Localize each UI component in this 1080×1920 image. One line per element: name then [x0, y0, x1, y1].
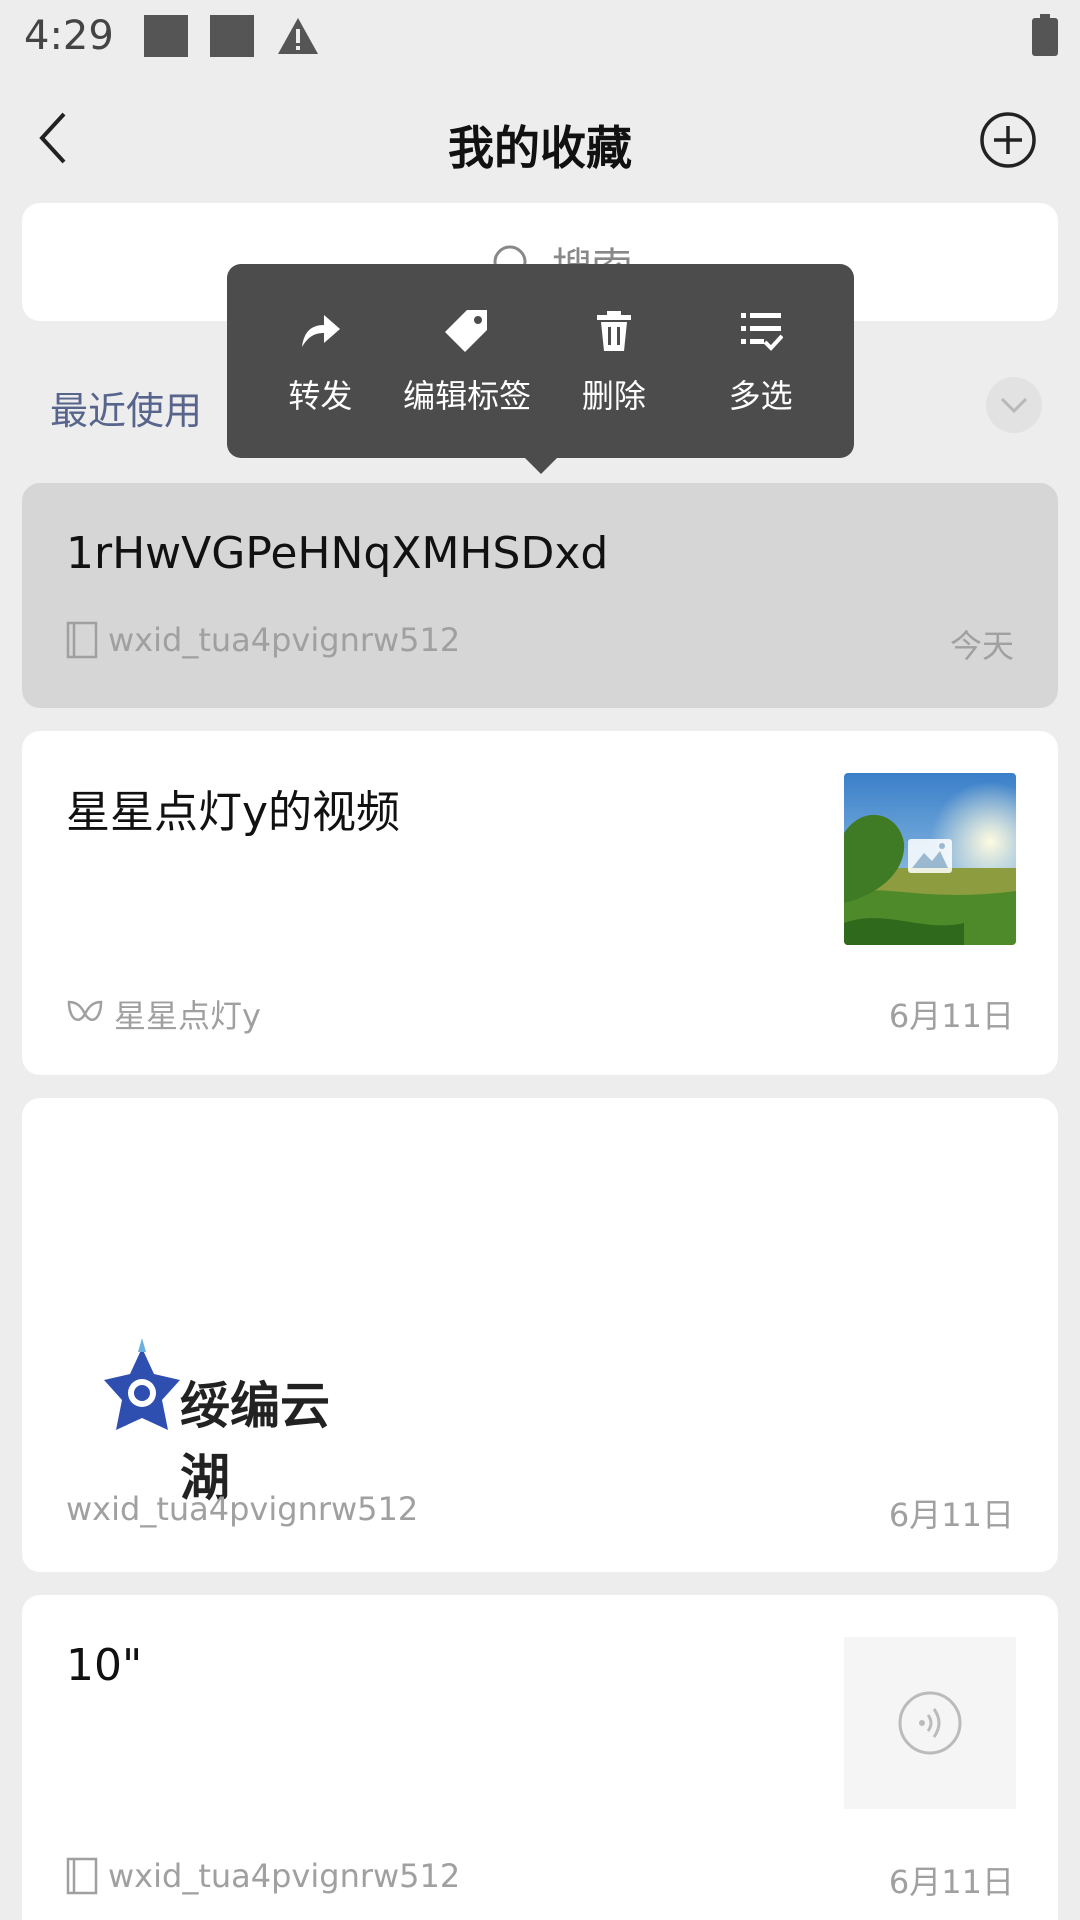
item-date: 今天 — [949, 627, 1014, 665]
source-name: wxid_tua4pvignrw512 — [66, 1490, 419, 1528]
menu-item-forward[interactable]: 转发 — [247, 264, 394, 458]
item-title: 10" — [66, 1640, 143, 1691]
menu-label: 转发 — [288, 377, 353, 415]
tag-icon — [445, 310, 488, 352]
menu-label: 编辑标签 — [403, 377, 532, 415]
item-source: 星星点灯y — [66, 991, 261, 1037]
favorite-item[interactable]: 绥编云湖 wxid_tua4pvignrw512 6月11日 — [22, 1098, 1058, 1572]
page-title: 我的收藏 — [448, 121, 632, 175]
popup-arrow — [525, 458, 557, 474]
app-bar: 我的收藏 — [0, 72, 1080, 204]
menu-item-multi-select[interactable]: 多选 — [687, 264, 834, 458]
voice-icon — [898, 1691, 962, 1755]
item-date: 6月11日 — [888, 1863, 1014, 1901]
item-date: 6月11日 — [888, 997, 1014, 1035]
notification-icon — [143, 15, 188, 57]
warning-icon — [277, 18, 318, 54]
video-thumbnail — [844, 773, 1016, 945]
item-source: wxid_tua4pvignrw512 — [66, 1857, 460, 1895]
notification-icon — [209, 15, 254, 57]
battery-icon — [1032, 14, 1058, 56]
favorite-item[interactable]: 星星点灯y的视频 星星点灯y 6月11日 — [22, 731, 1058, 1075]
menu-label: 多选 — [728, 377, 793, 415]
note-icon — [66, 621, 98, 659]
favorite-item[interactable]: 1rHwVGPeHNqXMHSDxd wxid_tua4pvignrw512 今… — [22, 483, 1058, 708]
landscape-image — [844, 773, 1016, 945]
logo-text: 绥编云湖 — [180, 1377, 330, 1507]
item-date: 6月11日 — [888, 1496, 1014, 1534]
trash-icon — [596, 311, 631, 351]
item-title: 星星点灯y的视频 — [66, 787, 401, 838]
add-icon[interactable] — [978, 110, 1038, 170]
source-name: wxid_tua4pvignrw512 — [108, 621, 461, 659]
status-bar: 4:29 — [0, 0, 1080, 72]
source-name: 星星点灯y — [114, 997, 261, 1035]
channels-icon — [67, 1000, 103, 1021]
menu-label: 删除 — [581, 377, 646, 415]
item-source: wxid_tua4pvignrw512 — [66, 1490, 418, 1528]
favorite-item[interactable]: 10" wxid_tua4pvignrw512 6月11日 — [22, 1595, 1058, 1920]
item-title: 1rHwVGPeHNqXMHSDxd — [66, 528, 609, 579]
context-menu: 转发 编辑标签 删除 多选 — [227, 264, 854, 458]
menu-item-edit-tag[interactable]: 编辑标签 — [394, 264, 541, 458]
note-icon — [66, 1857, 98, 1895]
recent-filter-label[interactable]: 最近使用 — [50, 380, 202, 435]
voice-thumbnail — [844, 1637, 1016, 1809]
status-time: 4:29 — [24, 13, 114, 59]
image-content: 绥编云湖 — [92, 1338, 372, 1507]
multi-select-icon — [740, 313, 783, 351]
chevron-down-icon — [1000, 397, 1028, 414]
source-name: wxid_tua4pvignrw512 — [108, 1857, 461, 1895]
menu-item-delete[interactable]: 删除 — [541, 264, 688, 458]
item-source: wxid_tua4pvignrw512 — [66, 621, 460, 659]
share-icon — [302, 315, 341, 347]
expand-toggle[interactable] — [986, 377, 1042, 433]
